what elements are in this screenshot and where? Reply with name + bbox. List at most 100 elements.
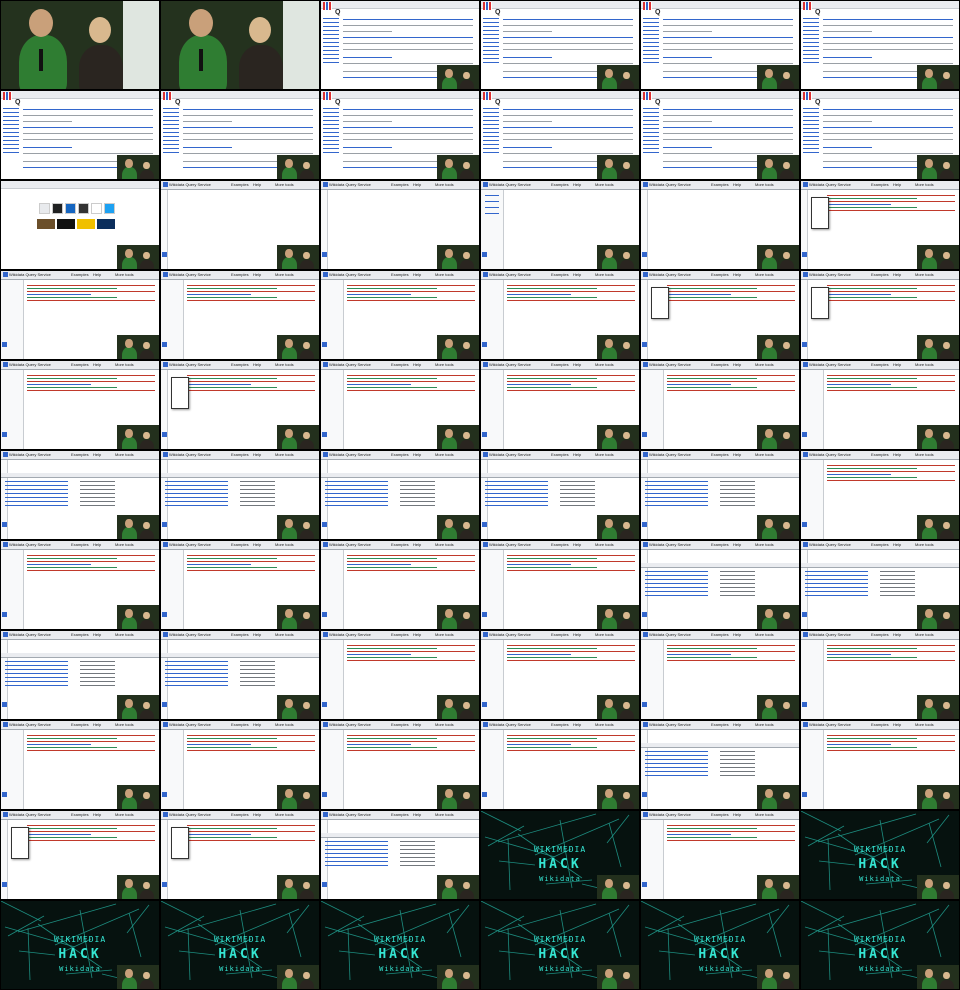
header-tab[interactable]: Help [573,452,581,457]
query-service-screen[interactable]: Wikidata Query Service Examples Help More t… [481,361,639,449]
sidebar-link[interactable] [803,136,819,137]
sidebar-link[interactable] [483,46,499,47]
header-tab[interactable]: Help [573,182,581,187]
query-service-screen[interactable]: Wikidata Query Service Examples Help More t… [321,451,479,539]
sidebar-link[interactable] [803,120,819,121]
result-link[interactable] [645,493,709,494]
sidebar-link[interactable] [643,38,659,39]
run-query-button[interactable] [162,792,167,797]
autocomplete-popup[interactable] [651,287,669,319]
header-tab[interactable]: More tools [115,272,134,277]
result-link[interactable] [5,505,69,506]
sidebar-link[interactable] [323,140,339,141]
result-link[interactable] [325,849,389,850]
header-tab[interactable]: Examples [711,362,729,367]
sidebar-link[interactable] [803,46,819,47]
result-link[interactable] [805,583,869,584]
run-query-button[interactable] [322,252,327,257]
header-tab[interactable]: Examples [391,722,409,727]
header-tab[interactable]: More tools [755,182,774,187]
sidebar-link[interactable] [643,144,659,145]
query-service-screen[interactable]: Wikidata Query Service Examples Help More t… [161,721,319,809]
query-service-screen[interactable]: Wikidata Query Service Examples Help More t… [1,361,159,449]
filter-item[interactable] [485,213,499,214]
sparql-editor[interactable] [27,733,155,753]
header-tab[interactable]: More tools [915,362,934,367]
sidebar-link[interactable] [643,148,659,149]
sidebar-link[interactable] [803,108,819,109]
result-link[interactable] [645,489,709,490]
sparql-editor[interactable] [187,283,315,303]
autocomplete-popup[interactable] [811,287,829,319]
sidebar-link[interactable] [483,128,499,129]
result-link[interactable] [805,595,869,596]
sidebar-link[interactable] [643,54,659,55]
run-query-button[interactable] [482,792,487,797]
result-link[interactable] [325,485,389,486]
hackathon-slide[interactable]: WIKIMEDIA HACK Wikidata [481,811,639,899]
header-tab[interactable]: Examples [391,182,409,187]
sparql-editor[interactable] [667,373,795,393]
sidebar-link[interactable] [3,108,19,109]
query-service-screen[interactable]: Wikidata Query Service Examples Help More t… [801,721,959,809]
header-tab[interactable]: Help [733,542,741,547]
result-link[interactable] [645,583,709,584]
result-link[interactable] [165,661,229,662]
sidebar-link[interactable] [163,116,179,117]
run-query-button[interactable] [802,522,807,527]
header-tab[interactable]: More tools [435,632,454,637]
result-link[interactable] [645,775,709,776]
sparql-editor[interactable] [827,733,955,753]
query-service-screen[interactable]: Wikidata Query Service Examples Help More t… [1,811,159,899]
hackathon-slide[interactable]: WIKIMEDIA HACK Wikidata [1,901,159,989]
sidebar-link[interactable] [323,58,339,59]
header-tab[interactable]: Help [733,362,741,367]
result-link[interactable] [645,501,709,502]
sidebar-link[interactable] [163,140,179,141]
result-link[interactable] [165,489,229,490]
sidebar-link[interactable] [643,22,659,23]
query-service-screen[interactable]: Wikidata Query Service Examples Help More t… [1,541,159,629]
sidebar-link[interactable] [3,144,19,145]
header-tab[interactable]: More tools [115,632,134,637]
sidebar-link[interactable] [643,30,659,31]
wikidata-item-page[interactable]: Q [801,91,959,179]
sidebar-link[interactable] [323,18,339,19]
autocomplete-popup[interactable] [171,827,189,859]
result-link[interactable] [645,763,709,764]
header-tab[interactable]: Examples [71,812,89,817]
header-tab[interactable]: Help [573,632,581,637]
stage-video-frame[interactable] [1,1,159,89]
header-tab[interactable]: More tools [115,542,134,547]
header-tab[interactable]: More tools [115,452,134,457]
run-query-button[interactable] [162,882,167,887]
result-link[interactable] [485,497,549,498]
sparql-editor[interactable] [827,463,955,483]
header-tab[interactable]: Help [93,362,101,367]
header-tab[interactable]: Help [413,272,421,277]
run-query-button[interactable] [642,432,647,437]
result-link[interactable] [485,489,549,490]
hackathon-slide[interactable]: WIKIMEDIA HACK Wikidata [801,811,959,899]
header-tab[interactable]: More tools [595,362,614,367]
query-service-screen[interactable]: Wikidata Query Service Examples Help More t… [161,811,319,899]
header-tab[interactable]: Help [253,182,261,187]
header-tab[interactable]: Help [253,452,261,457]
header-tab[interactable]: More tools [115,362,134,367]
header-tab[interactable]: Examples [231,632,249,637]
result-link[interactable] [5,493,69,494]
result-link[interactable] [325,845,389,846]
result-link[interactable] [805,591,869,592]
result-link[interactable] [645,751,709,752]
sparql-editor[interactable] [187,553,315,573]
result-link[interactable] [5,665,69,666]
result-link[interactable] [325,481,389,482]
header-tab[interactable]: More tools [755,812,774,817]
result-link[interactable] [645,595,709,596]
header-tab[interactable]: More tools [275,182,294,187]
sidebar-link[interactable] [483,22,499,23]
sidebar-link[interactable] [643,124,659,125]
sidebar-link[interactable] [323,116,339,117]
header-tab[interactable]: Help [93,812,101,817]
sidebar-link[interactable] [803,152,819,153]
